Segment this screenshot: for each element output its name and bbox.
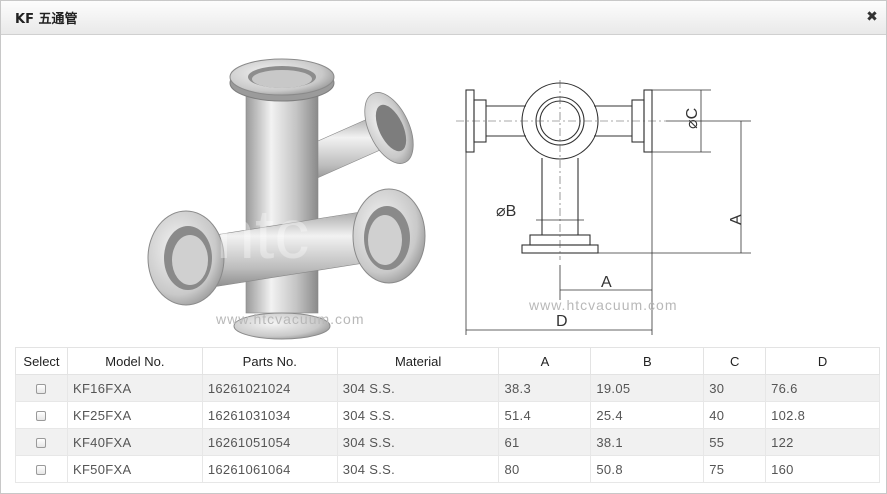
d-cell: 160 (765, 455, 880, 483)
header-b: B (590, 347, 705, 375)
row-checkbox[interactable] (36, 465, 47, 476)
parts-cell: 16261021024 (201, 374, 338, 402)
c-cell: 75 (703, 455, 767, 483)
table-row: KF40FXA 16261051054 304 S.S. 61 38.1 55 … (15, 428, 880, 456)
parts-cell: 16261031034 (201, 401, 338, 429)
product-dialog: KF 五通管 ✖ htc ⌀C ⌀B A A D www.htcvacuum.c… (0, 0, 887, 494)
model-cell: KF50FXA (66, 455, 203, 483)
model-cell: KF16FXA (66, 374, 203, 402)
select-cell (15, 401, 68, 429)
table-row: KF16FXA 16261021024 304 S.S. 38.3 19.05 … (15, 374, 880, 402)
header-a: A (498, 347, 592, 375)
row-checkbox[interactable] (36, 438, 47, 449)
five-way-cross-photo: htc (147, 58, 426, 340)
model-cell: KF40FXA (66, 428, 203, 456)
parts-cell: 16261051054 (201, 428, 338, 456)
material-cell: 304 S.S. (336, 428, 500, 456)
header-material: Material (336, 347, 500, 375)
b-cell: 25.4 (590, 401, 705, 429)
watermark-url-left: www.htcvacuum.com (216, 311, 365, 327)
model-cell: KF25FXA (66, 401, 203, 429)
a-cell: 51.4 (498, 401, 592, 429)
table-row: KF50FXA 16261061064 304 S.S. 80 50.8 75 … (15, 455, 880, 483)
select-cell (15, 428, 68, 456)
material-cell: 304 S.S. (336, 401, 500, 429)
material-cell: 304 S.S. (336, 455, 500, 483)
a-cell: 61 (498, 428, 592, 456)
table-header-row: Select Model No. Parts No. Material A B … (15, 347, 880, 375)
product-figure: htc ⌀C ⌀B A A D www.htcvacuum.com www.ht… (1, 35, 887, 345)
d-cell: 102.8 (765, 401, 880, 429)
row-checkbox[interactable] (36, 411, 47, 422)
b-cell: 50.8 (590, 455, 705, 483)
c-cell: 30 (703, 374, 767, 402)
header-parts: Parts No. (201, 347, 338, 375)
header-model: Model No. (66, 347, 203, 375)
watermark-url-right: www.htcvacuum.com (529, 297, 678, 313)
dim-label-ob: ⌀B (496, 203, 516, 220)
select-cell (15, 455, 68, 483)
htc-logo-watermark: htc (216, 195, 309, 273)
b-cell: 38.1 (590, 428, 705, 456)
dim-label-oc: ⌀C (684, 108, 701, 129)
select-cell (15, 374, 68, 402)
a-cell: 38.3 (498, 374, 592, 402)
header-select: Select (15, 347, 68, 375)
material-cell: 304 S.S. (336, 374, 500, 402)
header-d: D (765, 347, 880, 375)
row-checkbox[interactable] (36, 384, 47, 395)
table-row: KF25FXA 16261031034 304 S.S. 51.4 25.4 4… (15, 401, 880, 429)
a-cell: 80 (498, 455, 592, 483)
d-cell: 122 (765, 428, 880, 456)
specs-table: Select Model No. Parts No. Material A B … (15, 347, 880, 483)
close-icon[interactable]: ✖ (864, 9, 880, 25)
dim-label-a-horizontal: A (601, 274, 612, 291)
c-cell: 40 (703, 401, 767, 429)
d-cell: 76.6 (765, 374, 880, 402)
c-cell: 55 (703, 428, 767, 456)
parts-cell: 16261061064 (201, 455, 338, 483)
dialog-titlebar: KF 五通管 ✖ (1, 1, 886, 35)
dim-label-a-vertical: A (728, 214, 745, 225)
dialog-title: KF 五通管 (15, 12, 78, 27)
header-c: C (703, 347, 767, 375)
b-cell: 19.05 (590, 374, 705, 402)
dim-label-d: D (556, 313, 568, 330)
